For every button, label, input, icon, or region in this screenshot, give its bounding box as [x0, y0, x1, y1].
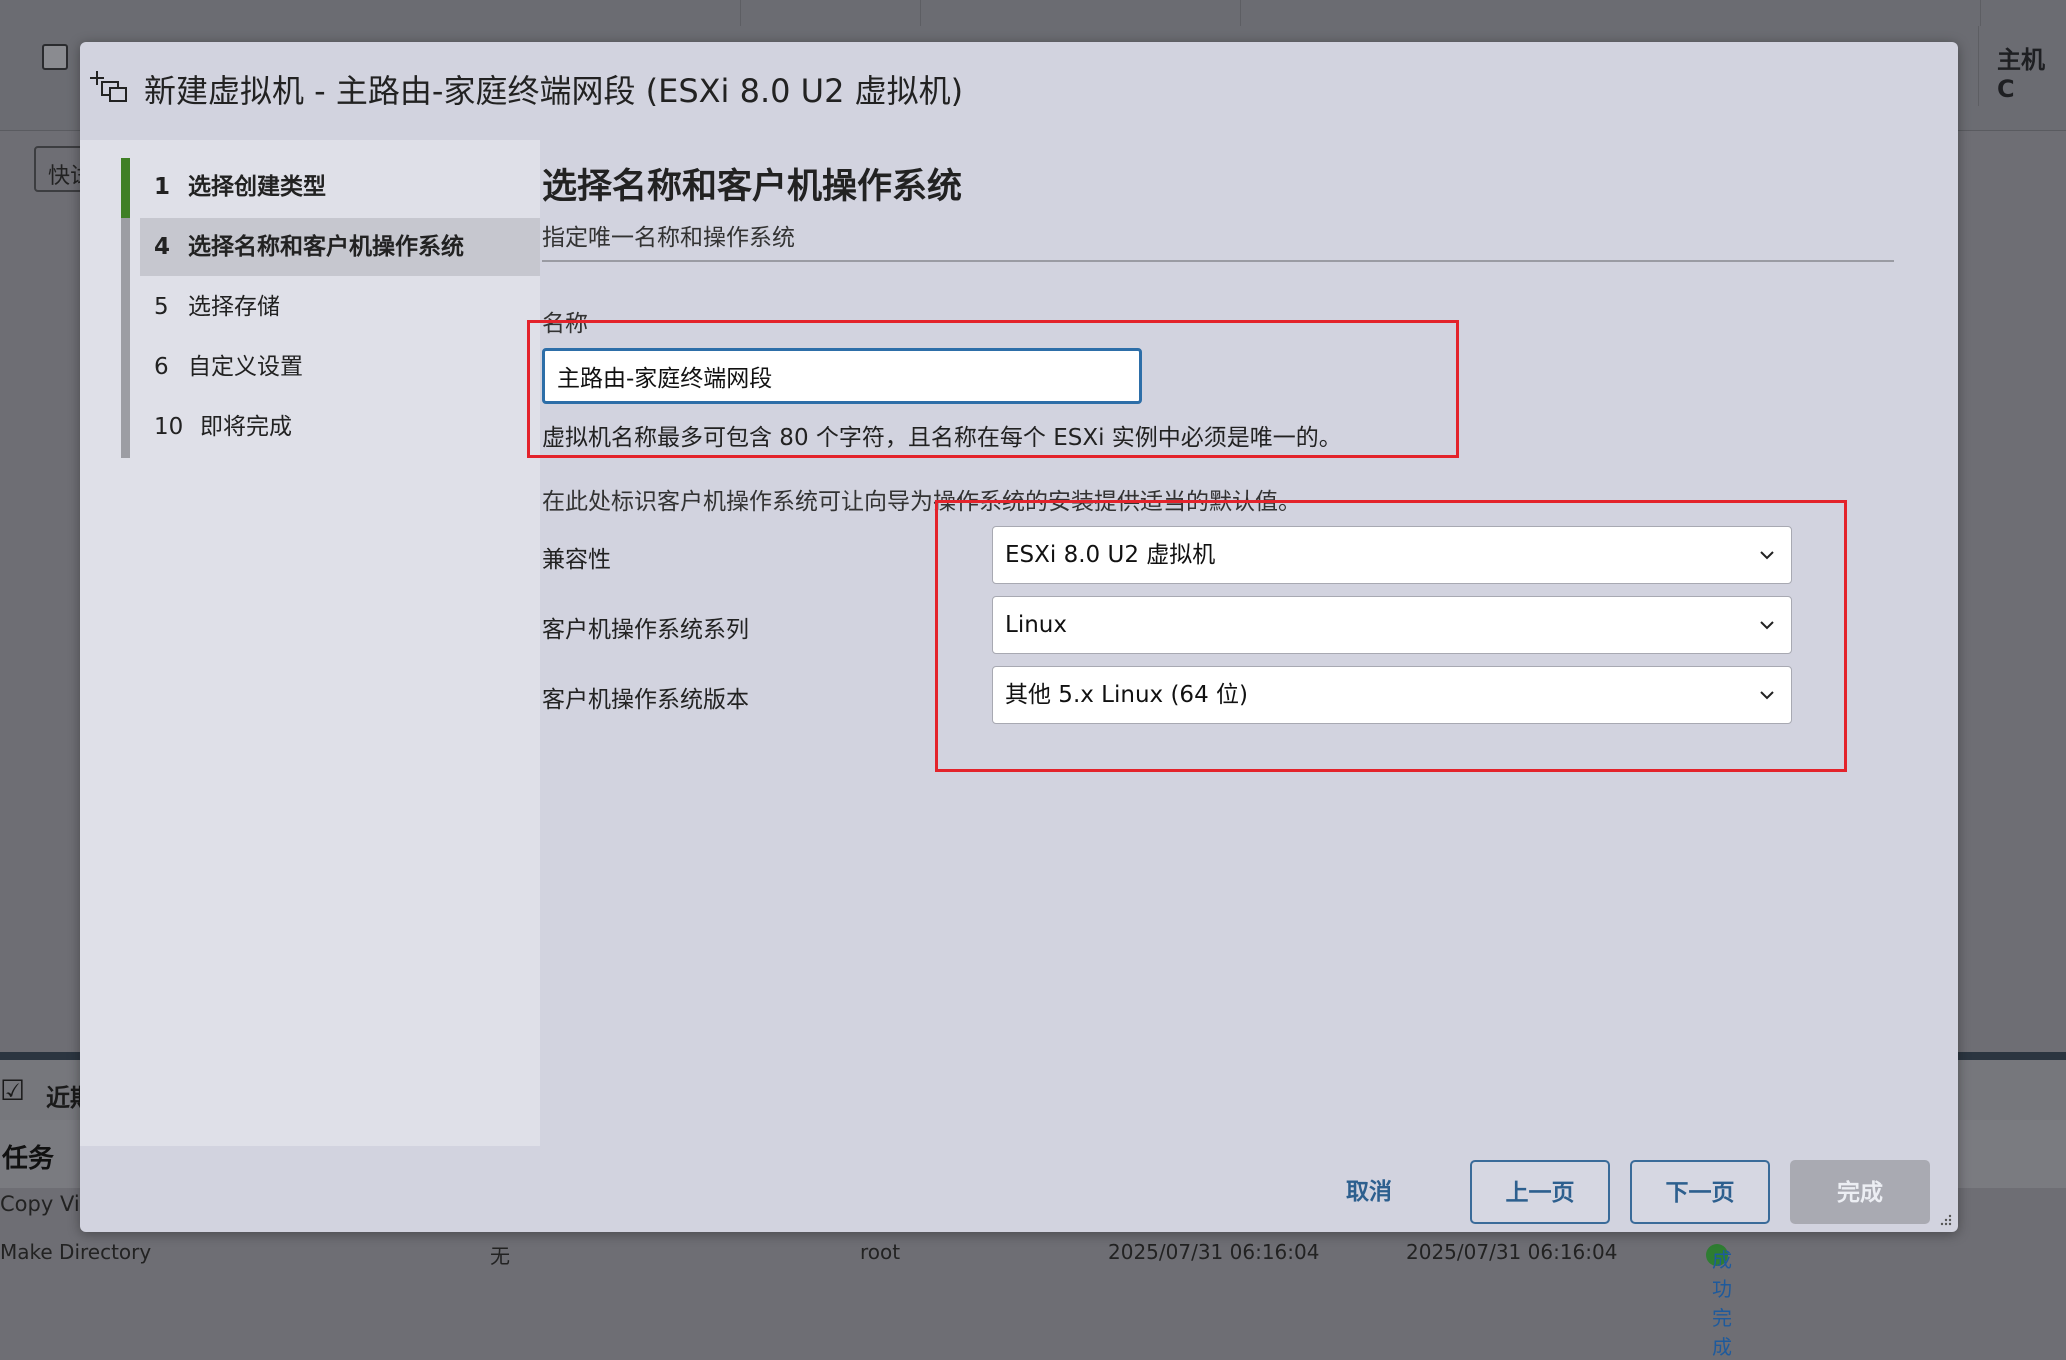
wizard-step-finish[interactable]: 10 即将完成: [140, 398, 540, 456]
task-name: Make Directory: [0, 1240, 152, 1264]
task-row[interactable]: Make Directory 无 root 2025/07/31 06:16:0…: [0, 1236, 2066, 1359]
background-column: [1240, 0, 1981, 26]
dialog-title: 新建虚拟机 - 主路由-家庭终端网段 (ESXi 8.0 U2 虚拟机): [144, 72, 964, 110]
step-label: 自定义设置: [188, 354, 303, 380]
finish-button[interactable]: 完成: [1790, 1160, 1930, 1224]
page-title: 选择名称和客户机操作系统: [542, 167, 963, 207]
dialog-footer: 取消 上一页 下一页 完成: [80, 1146, 1958, 1232]
annotation-box-name: [527, 320, 1459, 458]
step-number: 6: [154, 354, 169, 380]
tasks-header-label: 任务: [2, 1144, 55, 1174]
step-number: 4: [154, 234, 171, 260]
page-subtitle: 指定唯一名称和操作系统: [542, 225, 795, 251]
new-vm-icon: [90, 71, 127, 102]
select-all-checkbox[interactable]: [42, 44, 68, 70]
background-host-column[interactable]: 主机 C: [1978, 26, 2066, 106]
background-column: [740, 0, 921, 26]
step-number: 1: [154, 174, 171, 200]
step-number: 5: [154, 294, 169, 320]
wizard-step-name-os[interactable]: 4 选择名称和客户机操作系统: [140, 218, 540, 276]
resize-grip-icon[interactable]: [1938, 1212, 1952, 1226]
background-column: [920, 0, 1241, 26]
cancel-button[interactable]: 取消: [1316, 1160, 1422, 1224]
task-start-time: 2025/07/31 06:16:04: [1406, 1240, 1618, 1264]
host-column-label: 主机 C: [1997, 46, 2045, 103]
background-column: [80, 0, 741, 26]
clipboard-check-icon: ☑: [0, 1074, 26, 1107]
steps-progress-done: [121, 158, 130, 218]
previous-button[interactable]: 上一页: [1470, 1160, 1610, 1224]
task-row[interactable]: Copy Vi: [0, 1192, 80, 1216]
task-name: Copy Vi: [0, 1192, 80, 1216]
guest-os-family-label: 客户机操作系统系列: [542, 617, 749, 643]
step-label: 选择名称和客户机操作系统: [188, 234, 464, 260]
divider: [542, 260, 1894, 262]
step-label: 选择创建类型: [188, 174, 326, 200]
step-number: 10: [154, 414, 184, 440]
wizard-step-storage[interactable]: 5 选择存储: [140, 278, 540, 336]
wizard-steps-nav: 1 选择创建类型 4 选择名称和客户机操作系统 5 选择存储 6 自定义设置 10 即将完…: [80, 140, 540, 1146]
task-queued-time: 2025/07/31 06:16:04: [1108, 1240, 1320, 1264]
dialog-header: 新建虚拟机 - 主路由-家庭终端网段 (ESXi 8.0 U2 虚拟机): [80, 42, 1958, 140]
compatibility-label: 兼容性: [542, 547, 611, 573]
wizard-step-create-type[interactable]: 1 选择创建类型: [140, 158, 540, 216]
guest-os-version-label: 客户机操作系统版本: [542, 687, 749, 713]
step-label: 即将完成: [200, 414, 292, 440]
next-button[interactable]: 下一页: [1630, 1160, 1770, 1224]
task-user: root: [860, 1240, 901, 1264]
task-target: 无: [490, 1244, 510, 1268]
step-label: 选择存储: [188, 294, 280, 320]
annotation-box-os: [935, 500, 1847, 772]
task-status-label: 成功完成: [1712, 1248, 1732, 1359]
wizard-step-customize[interactable]: 6 自定义设置: [140, 338, 540, 396]
